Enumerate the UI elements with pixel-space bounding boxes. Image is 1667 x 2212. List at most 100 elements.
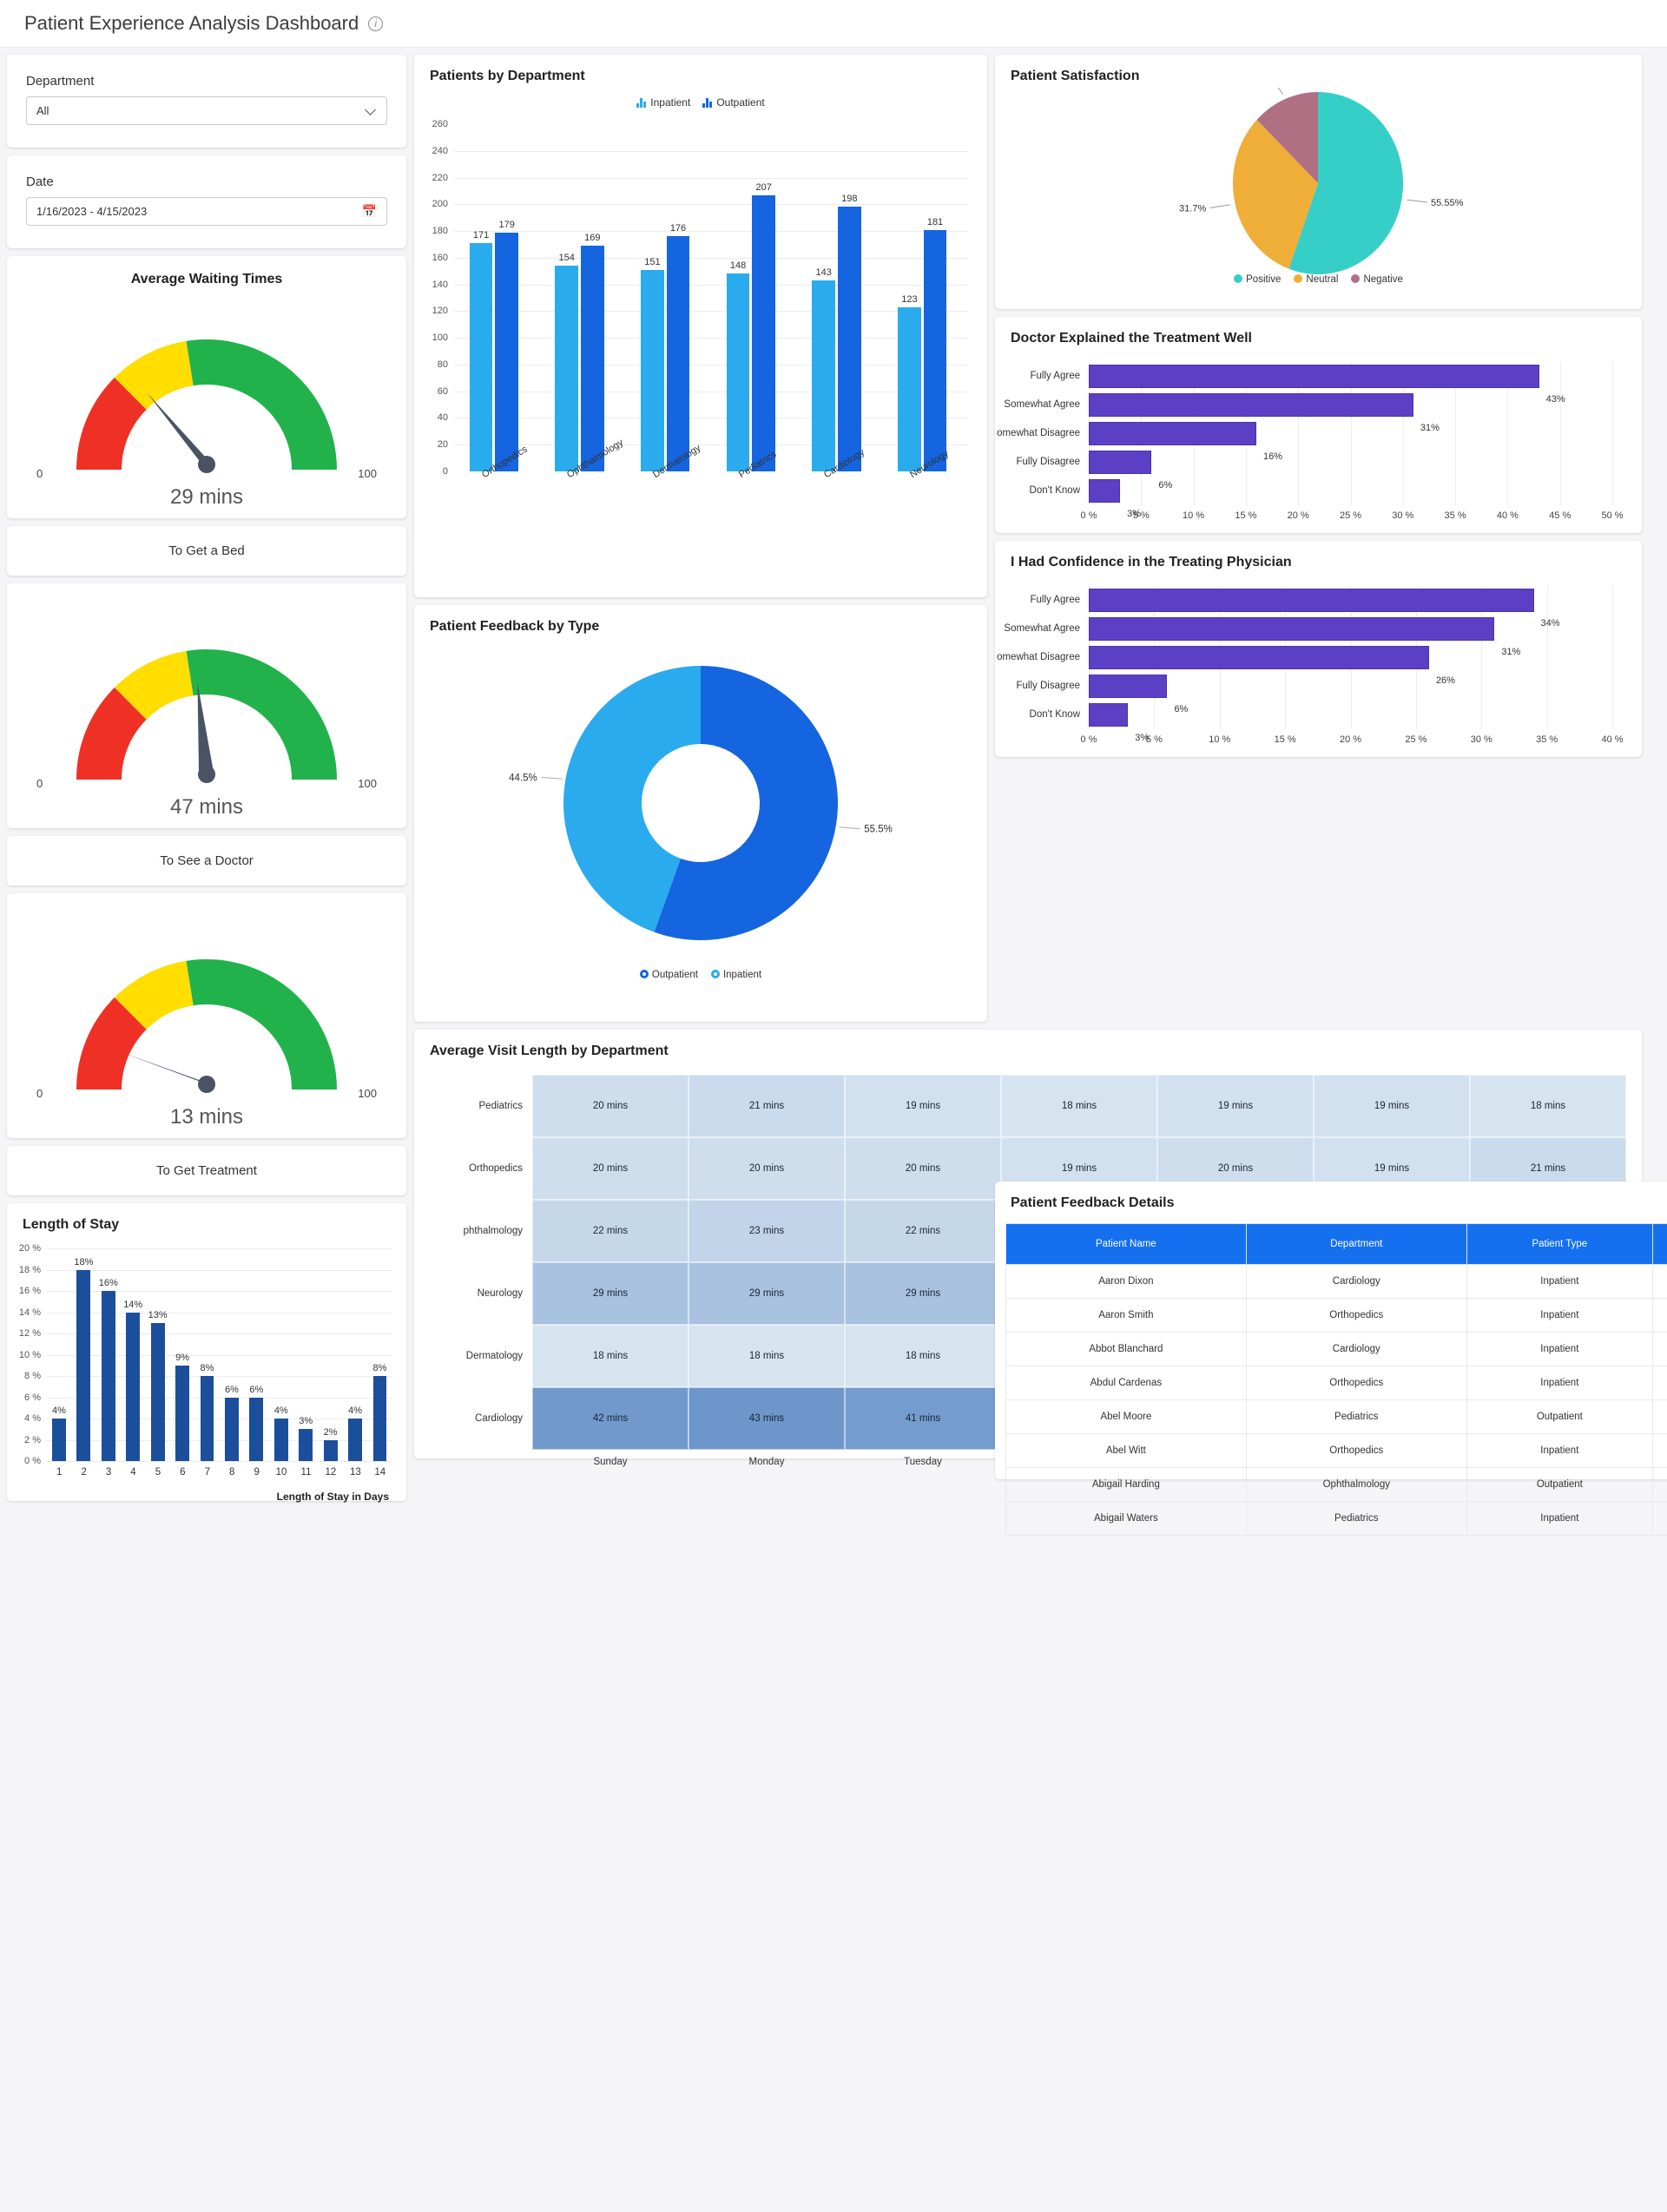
heatmap-cell[interactable]: 43 mins xyxy=(689,1387,845,1450)
legend-item-negative[interactable]: Negative xyxy=(1351,274,1403,285)
category-label: Somewhat Agree xyxy=(1004,399,1080,410)
bar[interactable] xyxy=(1089,479,1121,503)
legend-item-outpatient[interactable]: Outpatient xyxy=(702,96,765,109)
y-axis-tick: 40 xyxy=(437,412,448,424)
bar[interactable]: 6% xyxy=(224,1385,239,1461)
bar[interactable]: 4% xyxy=(348,1406,363,1461)
table-row[interactable]: Abigail WatersPediatricsInpatientNeutral xyxy=(1005,1501,1667,1536)
heatmap-cell[interactable]: 20 mins xyxy=(845,1137,1001,1200)
bar[interactable] xyxy=(1089,589,1534,612)
bar[interactable]: 123 xyxy=(898,294,921,471)
bar[interactable] xyxy=(1089,617,1495,641)
bar[interactable]: 198 xyxy=(838,194,861,471)
table-row[interactable]: Aaron SmithOrthopedicsInpatientNeutral xyxy=(1005,1298,1667,1333)
bar-value-label: 8% xyxy=(200,1363,214,1373)
calendar-icon[interactable]: 📅 xyxy=(362,204,377,219)
gridline xyxy=(47,1248,392,1249)
legend-item-positive[interactable]: Positive xyxy=(1234,274,1281,285)
info-icon[interactable]: i xyxy=(368,16,384,31)
bar-value-label: 151 xyxy=(644,256,661,267)
bar[interactable] xyxy=(1089,675,1168,698)
table-row[interactable]: Abbot BlanchardCardiologyInpatientNegati… xyxy=(1005,1332,1667,1366)
bar[interactable]: 9% xyxy=(175,1353,190,1461)
bar[interactable] xyxy=(1089,646,1429,669)
heatmap-cell[interactable]: 29 mins xyxy=(845,1262,1001,1325)
bar[interactable]: 154 xyxy=(555,253,579,471)
bar[interactable] xyxy=(1089,451,1152,474)
bar[interactable] xyxy=(1089,393,1413,417)
bar[interactable]: 2% xyxy=(323,1427,338,1461)
legend-item-inpatient[interactable]: Inpatient xyxy=(636,96,690,109)
heatmap-cell[interactable]: 19 mins xyxy=(1157,1075,1314,1137)
heatmap-cell[interactable]: 18 mins xyxy=(845,1325,1001,1387)
heatmap-corner xyxy=(430,1450,532,1478)
table-row[interactable]: Abel WittOrthopedicsInpatientPositive xyxy=(1005,1433,1667,1468)
table-row[interactable]: Abel MoorePediatricsOutpatientPositive xyxy=(1005,1399,1667,1434)
heatmap-cell[interactable]: 19 mins xyxy=(1314,1075,1470,1137)
bar[interactable] xyxy=(1089,422,1256,445)
table-row[interactable]: Abdul CardenasOrthopedicsInpatientPositi… xyxy=(1005,1366,1667,1400)
gridline xyxy=(1559,362,1561,505)
y-axis-tick: 0 % xyxy=(24,1456,41,1466)
heatmap-cell[interactable]: 18 mins xyxy=(1001,1075,1157,1137)
legend-item-outpatient[interactable]: Outpatient xyxy=(639,970,698,980)
bar-chart-icon xyxy=(702,97,713,108)
bar[interactable]: 179 xyxy=(495,220,518,471)
bar[interactable]: 4% xyxy=(273,1406,288,1461)
bar[interactable]: 8% xyxy=(200,1363,214,1461)
bar[interactable] xyxy=(1089,365,1539,388)
legend-item-inpatient[interactable]: Inpatient xyxy=(710,970,761,980)
heatmap-cell[interactable]: 18 mins xyxy=(1470,1075,1626,1137)
bar-value-label: 198 xyxy=(841,194,858,205)
table-cell-feedback: Negative xyxy=(1651,1332,1667,1366)
department-select[interactable]: All xyxy=(26,96,387,125)
bar[interactable]: 18% xyxy=(74,1257,93,1461)
table-column-header[interactable]: Department xyxy=(1245,1223,1467,1265)
heatmap-cell[interactable]: 22 mins xyxy=(845,1200,1001,1262)
date-range-input[interactable]: 1/16/2023 - 4/15/2023 📅 xyxy=(26,197,387,226)
bar-row: Don't Know 3% xyxy=(1030,479,1141,519)
table-column-header[interactable]: Patient Name xyxy=(1005,1223,1247,1265)
legend-label-outpatient: Outpatient xyxy=(716,96,765,109)
bar[interactable]: 176 xyxy=(666,223,690,471)
bar-value-label: 6% xyxy=(1174,704,1189,714)
heatmap-cell[interactable]: 29 mins xyxy=(689,1262,845,1325)
heatmap-cell[interactable]: 23 mins xyxy=(689,1200,845,1262)
bar[interactable]: 143 xyxy=(812,267,836,471)
legend-item-neutral[interactable]: Neutral xyxy=(1294,274,1338,285)
heatmap-cell[interactable]: 29 mins xyxy=(532,1262,689,1325)
heatmap-cell[interactable]: 19 mins xyxy=(845,1075,1001,1137)
bar-row: Somewhat Agree 31% xyxy=(1004,617,1520,657)
bar[interactable]: 4% xyxy=(51,1406,66,1461)
bar[interactable]: 14% xyxy=(123,1300,142,1461)
heatmap-cell[interactable]: 18 mins xyxy=(689,1325,845,1387)
bar[interactable]: 6% xyxy=(249,1385,264,1461)
bar[interactable]: 207 xyxy=(752,182,775,471)
bar[interactable]: 3% xyxy=(299,1416,313,1461)
heatmap-cell[interactable]: 18 mins xyxy=(532,1325,689,1387)
table-column-header[interactable]: Feedback xyxy=(1651,1223,1667,1265)
heatmap-cell[interactable]: 41 mins xyxy=(845,1387,1001,1450)
table-row[interactable]: Aaron DixonCardiologyInpatientPositive xyxy=(1005,1264,1667,1299)
bar[interactable]: 16% xyxy=(99,1278,118,1461)
bar[interactable]: 181 xyxy=(923,217,947,471)
bar[interactable]: 151 xyxy=(641,257,664,471)
heatmap-cell[interactable]: 20 mins xyxy=(689,1137,845,1200)
bar[interactable]: 169 xyxy=(581,233,604,471)
heatmap-cell[interactable]: 20 mins xyxy=(532,1137,689,1200)
table-row[interactable]: Abigail HardingOphthalmologyOutpatientNe… xyxy=(1005,1467,1667,1502)
bar[interactable]: 171 xyxy=(469,230,493,471)
heatmap-cell[interactable]: 42 mins xyxy=(532,1387,689,1450)
bar[interactable]: 148 xyxy=(726,260,750,471)
bar[interactable]: 13% xyxy=(148,1310,168,1461)
table-column-header[interactable]: Patient Type xyxy=(1466,1223,1653,1265)
patient-feedback-by-type-card: Patient Feedback by Type 55.5% 44.5% Outp… xyxy=(414,605,987,1022)
heatmap-cell[interactable]: 21 mins xyxy=(689,1075,845,1137)
gauge-3: 0 100 13 mins xyxy=(7,893,406,1138)
bar[interactable]: 8% xyxy=(372,1363,387,1461)
bar[interactable] xyxy=(1089,703,1129,727)
heatmap-cell[interactable]: 20 mins xyxy=(532,1075,689,1137)
donut-value-label: 44.5% xyxy=(509,773,537,783)
bar-value-label: 6% xyxy=(249,1384,264,1395)
heatmap-cell[interactable]: 22 mins xyxy=(532,1200,689,1262)
